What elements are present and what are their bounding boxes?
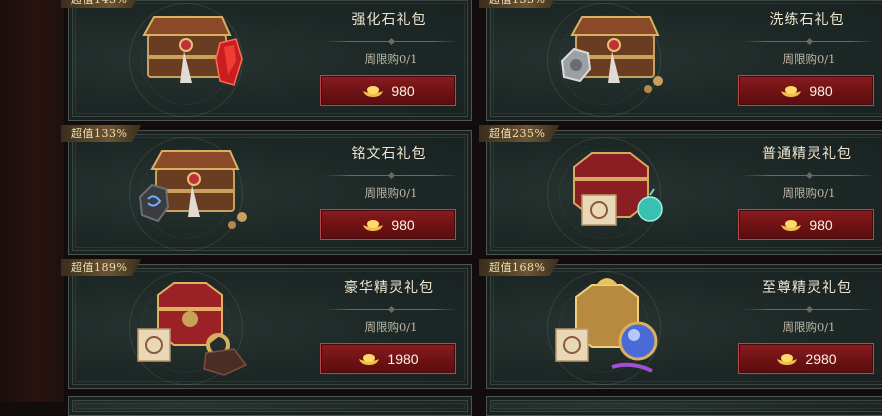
buy-button[interactable]: 1980 — [320, 343, 456, 374]
gift-card-spirit-deluxe[interactable]: 超值189% 豪华精灵礼包 周限购0/1 1980 — [61, 259, 472, 389]
pack-title: 铭文石礼包 — [351, 146, 427, 162]
gift-card-spirit-supreme[interactable]: 超值168% 至尊精灵礼包 周限购0/1 2980 — [479, 259, 882, 389]
purchase-limit: 周限购0/1 — [782, 320, 836, 334]
lantern-glove-icon — [137, 282, 248, 376]
value-badge: 超值143% — [61, 0, 142, 8]
value-badge: 超值189% — [61, 259, 142, 276]
pack-title: 强化石礼包 — [351, 12, 427, 28]
pack-title: 洗练石礼包 — [769, 12, 845, 28]
value-badge: 超值133% — [479, 0, 560, 8]
price-label: 980 — [391, 82, 415, 99]
buy-button[interactable]: 980 — [738, 75, 874, 106]
gift-card-inscription[interactable]: 超值133% 铭文石礼包 周限购0/1 980 — [61, 125, 472, 255]
gift-card-strengthen[interactable]: 超值143% 强化石礼包 周限购0/1 980 — [61, 0, 472, 121]
chest-red-crystal-icon — [142, 16, 243, 86]
value-badge: 超值235% — [479, 125, 560, 142]
gift-card-spirit-normal[interactable]: 超值235% 普通精灵礼包 周限购0/1 980 — [479, 125, 882, 255]
price-label: 980 — [391, 216, 415, 233]
chest-rune-stone-icon — [138, 150, 247, 229]
pack-title: 豪华精灵礼包 — [344, 280, 434, 296]
buy-button[interactable]: 980 — [320, 75, 456, 106]
gift-card-refine[interactable]: 超值133% 洗练石礼包 周限购0/1 980 — [479, 0, 882, 121]
divider — [742, 41, 876, 42]
red-box-apple-icon — [573, 152, 663, 226]
gift-card-partial[interactable] — [486, 396, 882, 416]
pack-title: 普通精灵礼包 — [762, 146, 852, 162]
buy-button[interactable]: 980 — [738, 209, 874, 240]
price-label: 980 — [809, 82, 833, 99]
purchase-limit: 周限购0/1 — [782, 186, 836, 200]
price-label: 2980 — [805, 350, 837, 367]
price-label: 1980 — [387, 350, 419, 367]
gift-card-partial[interactable] — [68, 396, 472, 416]
divider — [742, 175, 876, 176]
divider — [324, 175, 458, 176]
value-badge: 超值168% — [479, 259, 560, 276]
buy-button[interactable]: 980 — [320, 209, 456, 240]
divider — [324, 41, 458, 42]
gold-ingot-icon — [363, 85, 384, 97]
gold-ingot-icon — [781, 85, 802, 97]
purchase-limit: 周限购0/1 — [364, 320, 418, 334]
chest-silver-stone-icon — [560, 16, 663, 93]
gold-ingot-icon — [363, 219, 384, 231]
value-badge: 超值133% — [61, 125, 142, 142]
gold-ingot-icon — [777, 353, 798, 365]
divider — [324, 309, 458, 310]
purchase-limit: 周限购0/1 — [782, 52, 836, 66]
divider — [742, 309, 876, 310]
gold-ingot-icon — [359, 353, 380, 365]
gold-ingot-icon — [781, 219, 802, 231]
purchase-limit: 周限购0/1 — [364, 186, 418, 200]
purchase-limit: 周限购0/1 — [364, 52, 418, 66]
gold-box-orb-icon — [555, 278, 658, 373]
buy-button[interactable]: 2980 — [738, 343, 874, 374]
price-label: 980 — [809, 216, 833, 233]
gift-pack-grid: 超值143% 强化石礼包 周限购0/1 980 超值133% 洗练石礼包 — [0, 0, 882, 416]
pack-title: 至尊精灵礼包 — [762, 280, 852, 296]
